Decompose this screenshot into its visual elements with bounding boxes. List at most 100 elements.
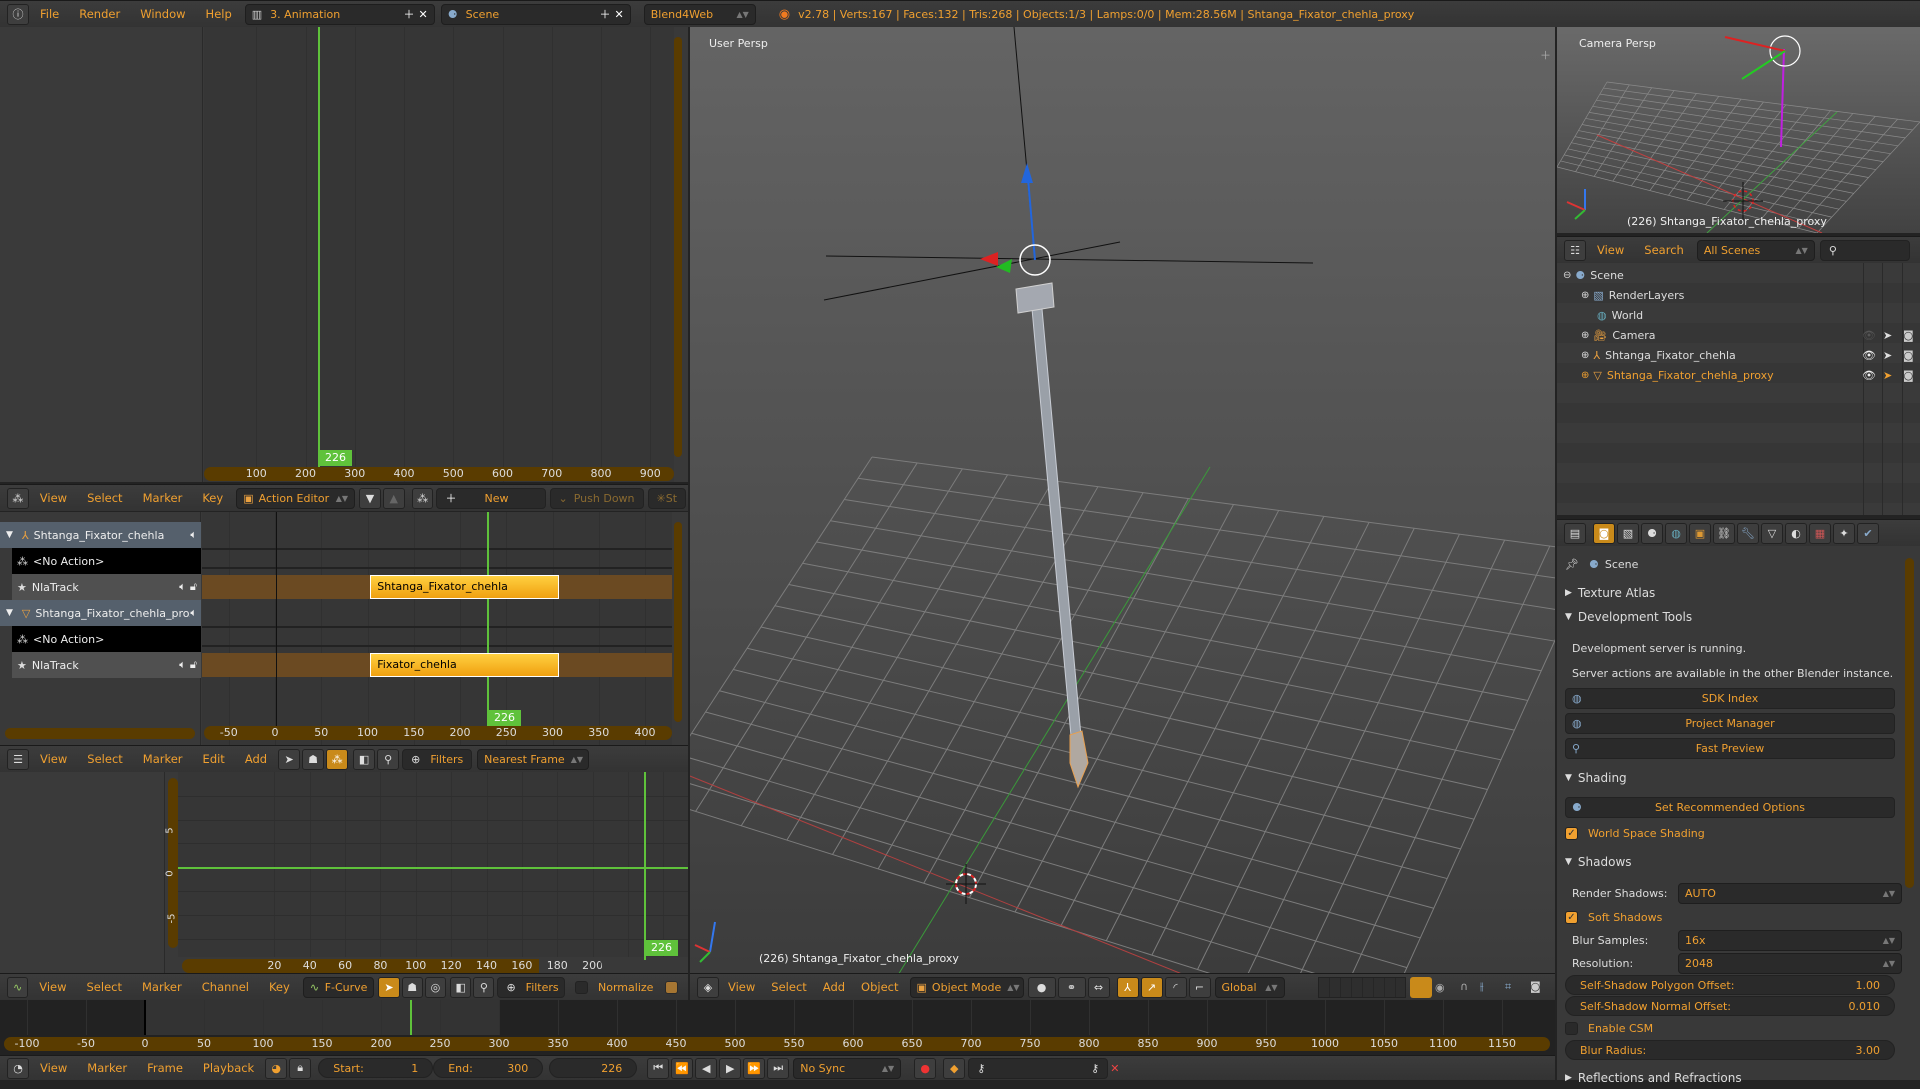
- expand-arrow-icon[interactable]: ▼: [6, 608, 13, 618]
- selectable-cursor-icon[interactable]: ➤: [1883, 329, 1892, 342]
- tab-physics-icon[interactable]: ✔: [1857, 522, 1879, 544]
- graph-editor-icon[interactable]: ∿: [7, 976, 29, 998]
- speaker-icon[interactable]: 🔈︎: [179, 580, 186, 594]
- enable-csm-checkbox[interactable]: [1565, 1021, 1578, 1035]
- 3d-viewport[interactable]: User Persp (226) Shtanga_Fixator_chehla_…: [690, 27, 1555, 973]
- frame-ruler[interactable]: -50 0 50 100 150 200 250 300 350 400: [204, 726, 672, 740]
- tab-scene-icon[interactable]: ⚈: [1641, 522, 1663, 544]
- tab-material-icon[interactable]: ◐: [1785, 522, 1807, 544]
- menu-marker[interactable]: Marker: [77, 1061, 137, 1075]
- outliner-item[interactable]: ⊕ ⅄ Shtanga_Fixator_chehla 👁︎ ➤ ◙: [1557, 345, 1920, 365]
- interaction-mode-select[interactable]: ▣ Object Mode ▲▼: [909, 976, 1024, 998]
- tab-render-layers-icon[interactable]: ▧: [1617, 522, 1639, 544]
- auto-checkbox[interactable]: [665, 980, 678, 994]
- visibility-eye-icon[interactable]: 👁︎: [1862, 369, 1876, 382]
- nla-channel-object[interactable]: ▼ ▽ Shtanga_Fixator_chehla_prox 🔈︎: [0, 600, 201, 626]
- playhead[interactable]: [487, 512, 489, 734]
- nla-channel-track[interactable]: ★ NlaTrack 🔈︎ 🔓︎: [12, 652, 201, 678]
- render-engine-select[interactable]: Blend4Web ▲▼: [643, 3, 756, 25]
- visibility-eye-icon[interactable]: 👁︎: [1862, 329, 1876, 342]
- tab-render-icon[interactable]: ◙: [1593, 522, 1615, 544]
- jump-keyframe-forward-icon[interactable]: ⏩: [743, 1057, 766, 1079]
- properties-scrollbar[interactable]: [1905, 558, 1914, 888]
- object-filter-icon[interactable]: ◧: [353, 748, 376, 770]
- nla-editor-icon[interactable]: ☰: [7, 748, 29, 770]
- speaker-icon[interactable]: 🔈︎: [190, 528, 197, 542]
- outliner-item[interactable]: ⊕ ▧ RenderLayers: [1557, 285, 1920, 305]
- nla-channel-track[interactable]: ★ NlaTrack 🔈︎ 🔓︎: [12, 574, 201, 600]
- scene-select[interactable]: ⚈ Scene ＋ ✕: [440, 3, 631, 25]
- visibility-eye-icon[interactable]: 👁︎: [1862, 349, 1876, 362]
- speaker-icon[interactable]: 🔈︎: [190, 606, 197, 620]
- panel-reflections-refractions[interactable]: ▶ Reflections and Refractions: [1565, 1067, 1902, 1089]
- vertical-scrollbar[interactable]: [674, 37, 682, 457]
- menu-select[interactable]: Select: [763, 980, 814, 994]
- menu-select[interactable]: Select: [77, 980, 132, 994]
- frame-ruler[interactable]: 100 200 300 400 500 600 700 800 900: [204, 467, 674, 481]
- jump-start-icon[interactable]: ⏮: [647, 1057, 670, 1079]
- menu-select[interactable]: Select: [77, 491, 132, 505]
- menu-file[interactable]: File: [30, 7, 69, 21]
- play-reverse-icon[interactable]: ◀: [695, 1057, 718, 1079]
- outliner-editor-icon[interactable]: ☷: [1564, 239, 1586, 261]
- render-camera-icon[interactable]: ◙: [1530, 980, 1541, 993]
- preview-range-icon[interactable]: ◕: [265, 1057, 288, 1079]
- tab-world-icon[interactable]: ◍: [1665, 522, 1687, 544]
- properties-editor-icon[interactable]: ▤: [1564, 522, 1586, 544]
- vertical-scrollbar[interactable]: [674, 522, 682, 722]
- start-frame-field[interactable]: Start: 1: [318, 1058, 434, 1078]
- add-scene-icon[interactable]: ＋: [600, 6, 611, 22]
- search-icon[interactable]: ⚲: [473, 976, 495, 998]
- outliner-item[interactable]: ◍ World: [1557, 305, 1920, 325]
- menu-marker[interactable]: Marker: [133, 752, 193, 766]
- grid-icon[interactable]: ⌗: [1505, 980, 1511, 994]
- jump-keyframe-back-icon[interactable]: ⏪: [671, 1057, 694, 1079]
- stash-button[interactable]: ✳ St: [647, 487, 687, 509]
- menu-view[interactable]: View: [1587, 243, 1634, 257]
- menu-marker[interactable]: Marker: [132, 980, 192, 994]
- blur-radius-field[interactable]: Blur Radius: 3.00: [1565, 1040, 1895, 1060]
- up-arrow-icon[interactable]: ▲: [382, 487, 405, 509]
- play-icon[interactable]: ▶: [719, 1057, 742, 1079]
- menu-marker[interactable]: Marker: [133, 491, 193, 505]
- snap-icon[interactable]: ∩: [1460, 980, 1468, 993]
- down-arrow-icon[interactable]: ▼: [359, 487, 381, 509]
- menu-key[interactable]: Key: [192, 491, 233, 505]
- only-selected-icon[interactable]: ➤: [278, 748, 301, 770]
- menu-view[interactable]: View: [720, 980, 763, 994]
- include-missing-icon[interactable]: ⁂: [326, 748, 349, 770]
- horizontal-scrollbar[interactable]: [5, 728, 195, 739]
- tab-object-icon[interactable]: ▣: [1689, 522, 1711, 544]
- region-toggle-plus-icon[interactable]: ＋: [1540, 47, 1551, 63]
- filters-button[interactable]: ⊕ Filters: [402, 748, 473, 770]
- menu-help[interactable]: Help: [196, 7, 242, 21]
- playhead[interactable]: [644, 772, 646, 960]
- render-shadows-select[interactable]: AUTO ▲▼: [1678, 882, 1902, 904]
- menu-view[interactable]: View: [30, 752, 77, 766]
- viewport-shading-icon[interactable]: ●: [1027, 976, 1056, 998]
- outliner-item[interactable]: ⊕ ▽ Shtanga_Fixator_chehla_proxy 👁︎ ➤ ◙: [1557, 365, 1920, 385]
- soft-shadows-row[interactable]: ✓ Soft Shadows: [1565, 906, 1902, 928]
- scale-icon[interactable]: ⌐: [1188, 976, 1211, 998]
- menu-view[interactable]: View: [30, 1061, 77, 1075]
- transform-orientation-select[interactable]: Global ▲▼: [1214, 976, 1285, 998]
- screen-layout-select[interactable]: ▥ 3. Animation ＋ ✕: [244, 3, 435, 25]
- render-only-icon[interactable]: ◉: [1435, 981, 1445, 994]
- menu-edit[interactable]: Edit: [193, 752, 235, 766]
- search-field[interactable]: ⚲: [1819, 239, 1910, 261]
- only-selected-icon[interactable]: ➤: [378, 976, 400, 998]
- selectable-cursor-icon[interactable]: ➤: [1883, 349, 1892, 362]
- keying-set-icon[interactable]: ◆: [943, 1057, 966, 1079]
- panel-shading[interactable]: ▼ Shading: [1565, 767, 1902, 789]
- outliner-item[interactable]: ⊕ 🎥︎ Camera 👁︎ ➤ ◙: [1557, 325, 1920, 345]
- pivot-point-icon[interactable]: ⚭: [1057, 976, 1086, 998]
- lock-camera-icon[interactable]: [1410, 977, 1432, 998]
- pin-icon[interactable]: 📌︎: [1565, 558, 1579, 571]
- tab-modifiers-icon[interactable]: 🔧︎: [1737, 522, 1759, 544]
- menu-view[interactable]: View: [29, 980, 76, 994]
- snap-element-icon[interactable]: ⫲: [1480, 980, 1484, 994]
- tab-texture-icon[interactable]: ▦: [1809, 522, 1831, 544]
- nla-channel-action[interactable]: ⁂ <No Action>: [12, 626, 201, 652]
- menu-search[interactable]: Search: [1634, 243, 1694, 257]
- object-filter-icon[interactable]: ◧: [450, 976, 472, 998]
